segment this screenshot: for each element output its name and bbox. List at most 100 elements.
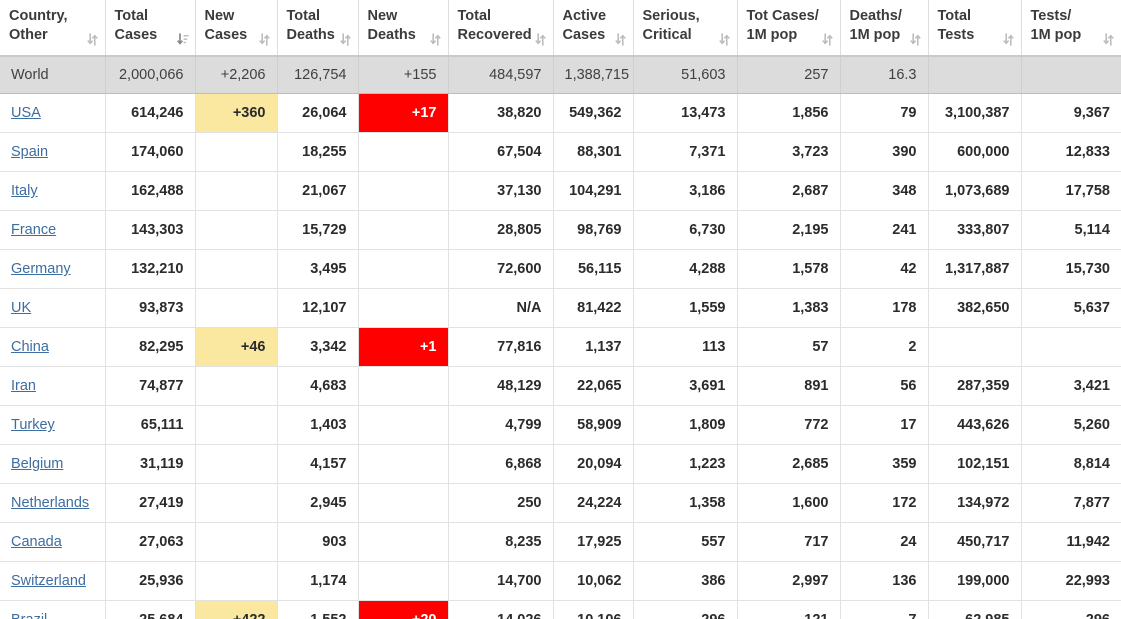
country-link[interactable]: UK xyxy=(11,300,31,316)
sort-both-icon[interactable] xyxy=(429,32,441,46)
country-link[interactable]: China xyxy=(11,339,49,355)
sort-both-icon[interactable] xyxy=(1103,32,1114,46)
sort-both-icon[interactable] xyxy=(534,32,546,46)
cell-active_cases: 56,115 xyxy=(553,249,634,290)
sort-both-icon[interactable] xyxy=(718,32,730,46)
country-link[interactable]: USA xyxy=(11,105,41,121)
cell-new_deaths: +20 xyxy=(358,600,449,619)
table-row: Canada 27,063 903 8,235 17,925 557 717 24 450,71… xyxy=(0,522,1121,563)
country-link[interactable]: Belgium xyxy=(11,456,63,472)
table-row: Spain 174,060 18,255 67,504 88,301 7,371 3,723… xyxy=(0,132,1121,173)
country-link[interactable]: France xyxy=(11,222,56,238)
cell-serious_critical: 296 xyxy=(633,600,738,619)
cell-tot_cases_1m: 121 xyxy=(737,600,841,619)
cell-new_cases xyxy=(195,522,278,563)
column-header-line1: Total xyxy=(937,8,972,24)
column-header-5[interactable]: Total Recovered xyxy=(448,0,554,57)
cell-new_cases xyxy=(195,249,278,290)
cell-country: Belgium xyxy=(0,444,106,485)
sort-both-icon[interactable] xyxy=(821,32,833,46)
cell-total_cases: 25,936 xyxy=(105,561,196,602)
table-row: Iran 74,877 4,683 48,129 22,065 3,691 891 56 287… xyxy=(0,366,1121,407)
cell-total_cases: 93,873 xyxy=(105,288,196,329)
table-row: Turkey 65,111 1,403 4,799 58,909 1,809 772 17 44… xyxy=(0,405,1121,446)
cell-active_cases: 104,291 xyxy=(553,171,634,212)
cell-total_recovered: 38,820 xyxy=(448,93,554,134)
sort-both-icon[interactable] xyxy=(1002,32,1014,46)
column-header-line1: New xyxy=(367,8,398,24)
cell-serious_critical: 557 xyxy=(633,522,738,563)
cell-deaths_1m: 56 xyxy=(840,366,929,407)
cell-serious_critical: 1,559 xyxy=(633,288,738,329)
column-header-7[interactable]: Serious, Critical xyxy=(633,0,738,57)
table-row: Brazil25,684+4221,552+2014,02610,1062961… xyxy=(0,600,1121,619)
cell-deaths_1m: 241 xyxy=(840,210,929,251)
column-header-3[interactable]: Total Deaths xyxy=(277,0,359,57)
cell-new_deaths xyxy=(358,132,449,173)
country-link[interactable]: Spain xyxy=(11,144,48,160)
cell-tot_cases_1m: 2,195 xyxy=(737,210,841,251)
sort-both-icon[interactable] xyxy=(909,32,921,46)
cell-deaths_1m: 178 xyxy=(840,288,929,329)
column-header-10[interactable]: Total Tests xyxy=(928,0,1022,57)
sort-both-icon[interactable] xyxy=(258,32,270,46)
cell-new_deaths xyxy=(358,405,449,446)
cell-deaths_1m: 136 xyxy=(840,561,929,602)
cell-total_cases: 27,419 xyxy=(105,483,196,524)
cell-active_cases: 1,388,715 xyxy=(553,55,634,95)
cell-tot_cases_1m: 1,600 xyxy=(737,483,841,524)
column-header-6[interactable]: Active Cases xyxy=(553,0,634,57)
cell-total_cases: 132,210 xyxy=(105,249,196,290)
country-link[interactable]: Netherlands xyxy=(11,495,89,511)
country-link[interactable]: Italy xyxy=(11,183,38,199)
column-header-line1: Deaths/ xyxy=(849,8,902,24)
country-link[interactable]: Germany xyxy=(11,261,71,277)
cell-new_deaths xyxy=(358,366,449,407)
cell-total_tests: 199,000 xyxy=(928,561,1022,602)
cell-new_deaths xyxy=(358,249,449,290)
cell-active_cases: 549,362 xyxy=(553,93,634,134)
column-header-0[interactable]: Country, Other xyxy=(0,0,106,57)
cell-tot_cases_1m: 57 xyxy=(737,327,841,368)
column-header-2[interactable]: New Cases xyxy=(195,0,278,57)
covid-statistics-table: Country, Other Total Cases New Cases Total Deat… xyxy=(0,0,1121,619)
cell-country: Netherlands xyxy=(0,483,106,524)
country-link[interactable]: Canada xyxy=(11,534,62,550)
cell-tot_cases_1m: 891 xyxy=(737,366,841,407)
cell-total_cases: 74,877 xyxy=(105,366,196,407)
country-link[interactable]: Switzerland xyxy=(11,573,86,589)
table-row: China 82,295 +46 3,342 +1 77,816 1,137 113 57 2 xyxy=(0,327,1121,368)
cell-total_cases: 82,295 xyxy=(105,327,196,368)
cell-country: France xyxy=(0,210,106,251)
country-link[interactable]: Iran xyxy=(11,378,36,394)
column-header-8[interactable]: Tot Cases/1M pop xyxy=(737,0,841,57)
cell-total_recovered: 8,235 xyxy=(448,522,554,563)
cell-total_recovered: 72,600 xyxy=(448,249,554,290)
cell-serious_critical: 3,186 xyxy=(633,171,738,212)
cell-total_recovered: N/A xyxy=(448,288,554,329)
cell-country: Italy xyxy=(0,171,106,212)
cell-deaths_1m: 2 xyxy=(840,327,929,368)
cell-total_recovered: 48,129 xyxy=(448,366,554,407)
country-link[interactable]: Turkey xyxy=(11,417,55,433)
cell-total_recovered: 77,816 xyxy=(448,327,554,368)
cell-total_recovered: 37,130 xyxy=(448,171,554,212)
cell-tests_1m xyxy=(1021,55,1121,95)
column-header-1[interactable]: Total Cases xyxy=(105,0,196,57)
sort-desc-icon[interactable] xyxy=(176,32,189,46)
cell-tests_1m: 5,114 xyxy=(1021,210,1121,251)
cell-serious_critical: 6,730 xyxy=(633,210,738,251)
column-header-line2: Other xyxy=(9,27,48,44)
column-header-4[interactable]: New Deaths xyxy=(358,0,449,57)
column-header-9[interactable]: Deaths/1M pop xyxy=(840,0,929,57)
cell-deaths_1m: 42 xyxy=(840,249,929,290)
column-header-line1: Serious, xyxy=(642,8,700,24)
cell-new_cases xyxy=(195,288,278,329)
sort-both-icon[interactable] xyxy=(339,32,351,46)
column-header-11[interactable]: Tests/1M pop xyxy=(1021,0,1121,57)
sort-both-icon[interactable] xyxy=(614,32,626,46)
cell-total_cases: 143,303 xyxy=(105,210,196,251)
sort-both-icon[interactable] xyxy=(86,32,98,46)
cell-total_recovered: 28,805 xyxy=(448,210,554,251)
country-link[interactable]: Brazil xyxy=(11,612,47,619)
